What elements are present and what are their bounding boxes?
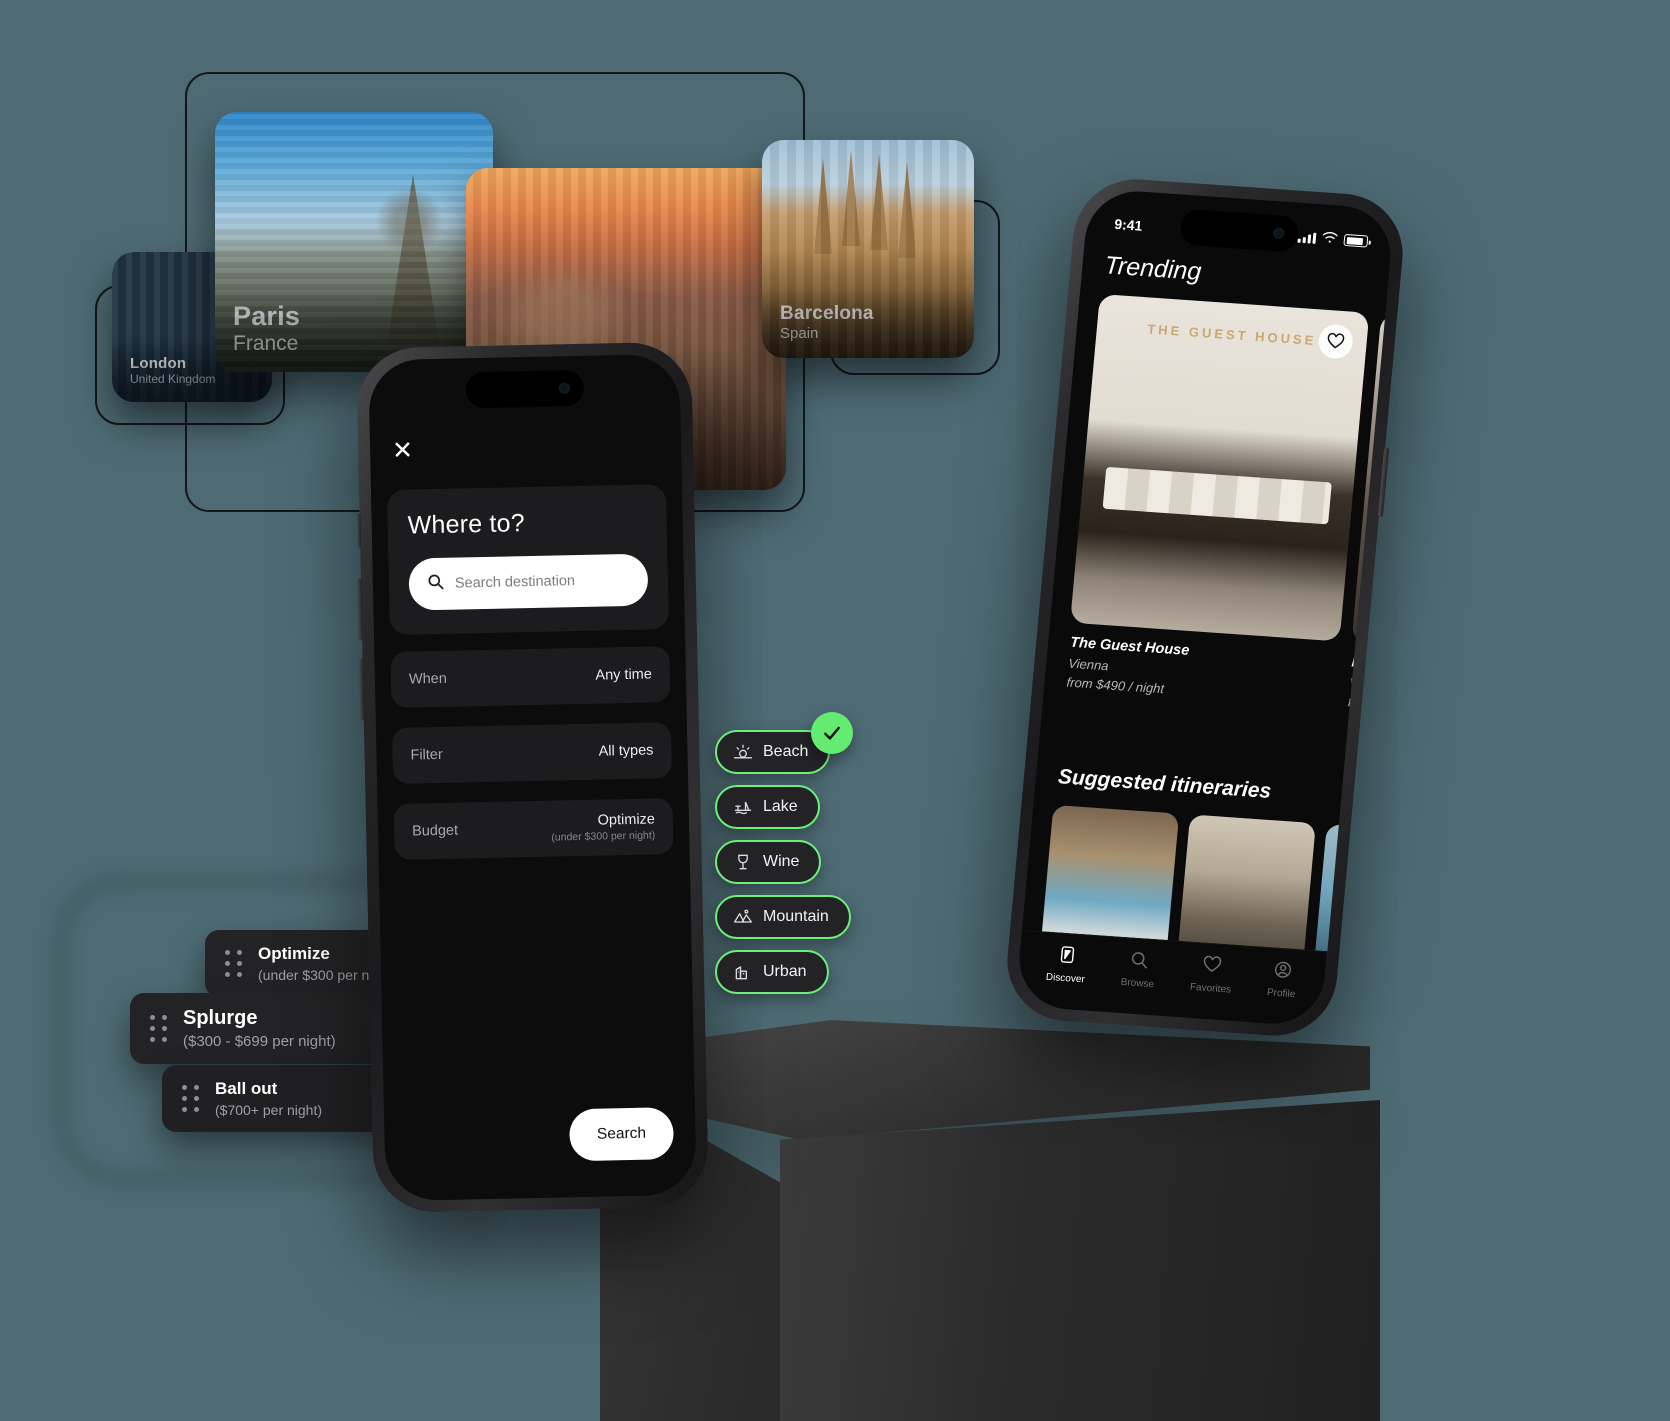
search-phone-screen: ✕ Where to? Search destination When Any … xyxy=(368,353,697,1202)
buildings-icon xyxy=(733,962,753,982)
pedestal-front-face xyxy=(780,1100,1380,1421)
destination-country: Spain xyxy=(780,325,819,342)
category-chip-mountain[interactable]: Mountain xyxy=(715,895,851,939)
front-camera-icon xyxy=(558,382,570,394)
wine-glass-icon xyxy=(733,852,753,872)
awning-shape xyxy=(1102,466,1333,525)
budget-value: Optimize xyxy=(597,811,656,829)
budget-value-sub: (under $300 per night) xyxy=(551,829,656,844)
listing-city: Vienna xyxy=(1349,675,1391,694)
mute-switch[interactable] xyxy=(356,513,362,548)
listing-name: Marseille xyxy=(1350,654,1395,675)
category-chip-label: Wine xyxy=(763,853,800,870)
destination-card-barcelona[interactable]: Barcelona Spain xyxy=(762,140,974,358)
tab-discover[interactable]: Discover xyxy=(1045,944,1087,986)
wifi-icon xyxy=(1321,230,1338,247)
category-chip-label: Mountain xyxy=(763,908,829,925)
tab-label: Profile xyxy=(1266,987,1296,1001)
category-chip-lake[interactable]: Lake xyxy=(715,785,820,829)
person-icon xyxy=(1273,960,1294,983)
drag-handle-icon[interactable] xyxy=(225,950,242,977)
filter-row-filter[interactable]: Filter All types xyxy=(391,722,673,784)
tab-label: Discover xyxy=(1045,971,1086,986)
section-title-suggested-itineraries: Suggested itineraries xyxy=(1057,765,1273,803)
destination-card-label: Barcelona Spain xyxy=(762,289,974,358)
category-chip-urban[interactable]: Urban xyxy=(715,950,829,994)
filter-row-value: All types xyxy=(598,742,654,760)
destination-card-paris[interactable]: Paris France xyxy=(215,112,493,372)
tab-profile[interactable]: Profile xyxy=(1266,959,1298,1000)
budget-option-title: Ball out xyxy=(215,1079,278,1098)
destination-city: Barcelona xyxy=(780,303,874,324)
search-input-placeholder: Search destination xyxy=(454,573,576,592)
sagrada-spire-shape xyxy=(814,158,832,254)
budget-option-range: ($700+ per night) xyxy=(215,1102,323,1118)
category-chip-label: Beach xyxy=(763,743,809,760)
where-to-panel: Where to? Search destination xyxy=(386,484,669,635)
search-icon xyxy=(427,573,444,595)
lake-icon xyxy=(733,797,753,817)
trending-listing-carousel[interactable]: THE GUEST HOUSE The Guest House Vienna f… xyxy=(1064,293,1395,728)
heart-icon xyxy=(1202,955,1223,978)
filter-row-label: Filter xyxy=(410,746,443,764)
tab-favorites[interactable]: Favorites xyxy=(1189,954,1234,996)
listing-card[interactable]: THE GUEST HOUSE The Guest House Vienna f… xyxy=(1064,293,1370,709)
budget-option-range: ($300 - $699 per night) xyxy=(183,1033,336,1050)
tab-browse[interactable]: Browse xyxy=(1120,949,1157,990)
category-chip-wine[interactable]: Wine xyxy=(715,840,822,884)
destination-country: United Kingdom xyxy=(130,372,216,386)
search-input[interactable]: Search destination xyxy=(408,553,649,611)
sagrada-spire-shape xyxy=(870,154,888,250)
cellular-signal-icon xyxy=(1297,231,1317,244)
mountain-icon xyxy=(733,907,753,927)
page-title: Where to? xyxy=(407,509,526,540)
category-chip-label: Lake xyxy=(763,798,798,815)
dynamic-island xyxy=(464,369,584,409)
sunrise-icon xyxy=(733,742,753,762)
budget-option-title: Splurge xyxy=(183,1007,258,1029)
volume-down-button[interactable] xyxy=(358,658,365,721)
listing-meta: Marseille Vienna from $490 / night xyxy=(1345,654,1394,728)
filter-row-value: Optimize (under $300 per night) xyxy=(551,811,656,844)
category-chip-label: Urban xyxy=(763,963,807,980)
status-time: 9:41 xyxy=(1113,215,1144,234)
power-button[interactable] xyxy=(1377,447,1390,518)
filter-row-when[interactable]: When Any time xyxy=(390,646,671,708)
filter-row-label: When xyxy=(408,670,447,688)
listing-photo: THE GUEST HOUSE xyxy=(1070,293,1370,642)
search-button[interactable]: Search xyxy=(568,1107,675,1162)
page-title: Trending xyxy=(1103,251,1203,286)
eiffel-tower-shape xyxy=(387,174,440,345)
destination-city: Paris xyxy=(233,301,301,331)
front-camera-icon xyxy=(1272,227,1285,240)
category-chip-list: Beach Lake Wine Mountain Urban xyxy=(715,712,853,1005)
listing-price: from $490 / night xyxy=(1347,694,1395,716)
volume-up-button[interactable] xyxy=(356,578,364,641)
filter-row-label: Budget xyxy=(411,822,459,840)
search-icon xyxy=(1129,950,1150,973)
trending-phone-device: 9:41 Trending THE GUEST HOUSE The Guest … xyxy=(1002,175,1408,1040)
filter-row-budget[interactable]: Budget Optimize (under $300 per night) xyxy=(393,798,674,860)
close-icon[interactable]: ✕ xyxy=(392,436,419,464)
search-phone-device: ✕ Where to? Search destination When Any … xyxy=(355,341,710,1214)
drag-handle-icon[interactable] xyxy=(150,1015,167,1042)
compass-icon xyxy=(1057,945,1078,968)
showcase-stage: London United Kingdom Paris France Rome … xyxy=(0,0,1670,1421)
trending-phone-screen: 9:41 Trending THE GUEST HOUSE The Guest … xyxy=(1015,188,1395,1027)
tab-label: Favorites xyxy=(1189,981,1232,996)
listing-meta: The Guest House Vienna from $490 / night xyxy=(1064,635,1338,709)
drag-handle-icon[interactable] xyxy=(182,1085,199,1112)
status-indicators xyxy=(1297,229,1369,250)
filter-row-value: Any time xyxy=(595,666,653,684)
sagrada-spire-shape xyxy=(842,150,860,246)
selected-check-badge xyxy=(811,712,853,754)
favorite-heart-icon[interactable] xyxy=(1317,323,1355,360)
sagrada-spire-shape xyxy=(898,162,916,258)
tab-label: Browse xyxy=(1120,976,1155,991)
battery-icon xyxy=(1343,233,1369,248)
